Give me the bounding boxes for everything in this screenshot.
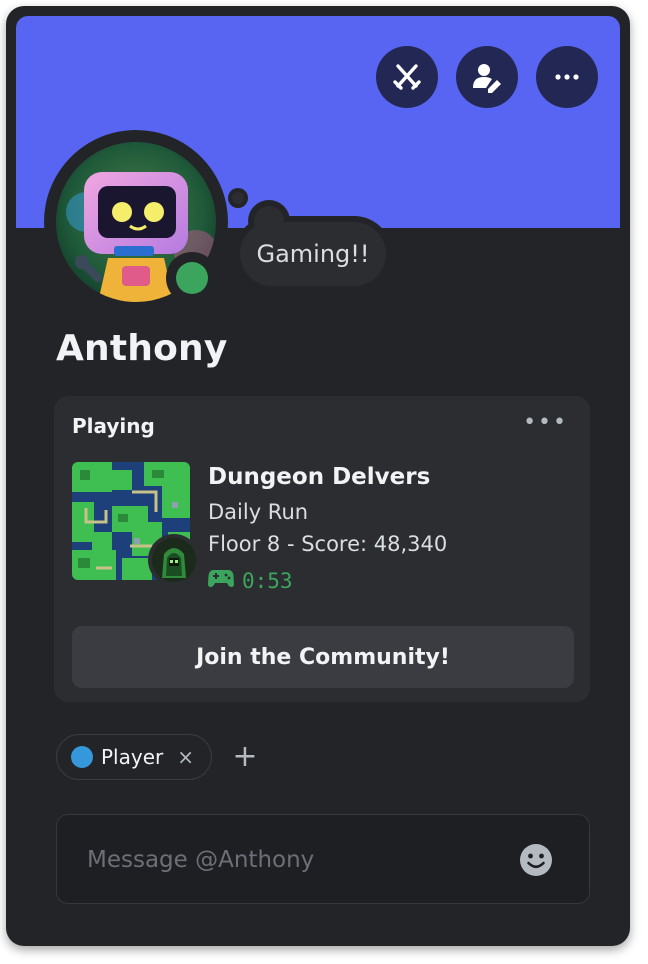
role-label: Player bbox=[101, 745, 164, 769]
message-input[interactable] bbox=[85, 837, 489, 883]
game-state: Floor 8 - Score: 48,340 bbox=[208, 532, 448, 556]
more-options-button[interactable] bbox=[536, 46, 598, 108]
message-box bbox=[56, 814, 590, 904]
user-edit-icon bbox=[470, 60, 504, 94]
activity-header: Playing bbox=[72, 414, 155, 438]
activity-more-button[interactable]: ••• bbox=[523, 410, 568, 435]
custom-status-text: Gaming!! bbox=[240, 222, 386, 286]
role-color-dot bbox=[71, 746, 93, 768]
bubble-tail-small-fill bbox=[232, 192, 244, 204]
game-details: Daily Run bbox=[208, 500, 309, 524]
ellipsis-icon bbox=[550, 60, 584, 94]
popout-content: Gaming!! Anthony Playing ••• Dungeon Del… bbox=[16, 16, 620, 932]
username[interactable]: Anthony bbox=[56, 328, 228, 369]
user-profile-popout: Gaming!! Anthony Playing ••• Dungeon Del… bbox=[6, 6, 630, 946]
elapsed-time: 0:53 bbox=[242, 568, 293, 593]
remove-role-button[interactable]: × bbox=[177, 745, 194, 769]
crossed-swords-icon bbox=[390, 60, 424, 94]
online-status-indicator bbox=[176, 262, 208, 294]
join-community-button[interactable]: Join the Community! bbox=[72, 626, 574, 688]
game-title: Dungeon Delvers bbox=[208, 464, 431, 490]
game-elapsed-timer: 0:53 bbox=[208, 568, 293, 593]
game-small-image bbox=[152, 538, 196, 582]
pvp-button[interactable] bbox=[376, 46, 438, 108]
add-role-button[interactable]: + bbox=[230, 738, 260, 774]
emoji-icon[interactable] bbox=[519, 843, 553, 877]
edit-profile-button[interactable] bbox=[456, 46, 518, 108]
activity-card: Playing ••• Dungeon Delvers Daily Run Fl… bbox=[54, 396, 590, 702]
controller-icon bbox=[208, 568, 234, 593]
role-pill-player[interactable]: Player × bbox=[56, 734, 212, 780]
